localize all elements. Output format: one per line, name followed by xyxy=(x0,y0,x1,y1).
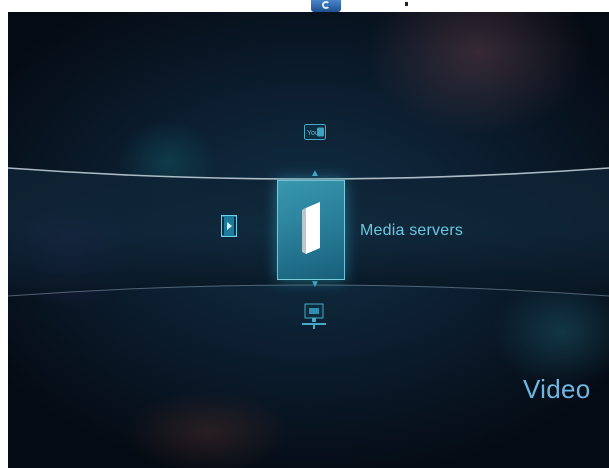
youtube-icon[interactable]: You xyxy=(304,124,326,140)
scroll-up-icon[interactable]: ▲ xyxy=(310,169,320,179)
logo-swirl-icon xyxy=(322,1,330,9)
top-marker xyxy=(405,2,408,6)
selected-item-label: Media servers xyxy=(360,222,464,239)
video-file-icon[interactable] xyxy=(221,215,237,237)
category-title: Video xyxy=(523,374,591,404)
media-menu-screen: You ▲ ▼ Media servers Video xyxy=(8,12,609,468)
media-server-icon xyxy=(302,202,320,254)
network-computer-icon[interactable] xyxy=(301,303,327,331)
selected-item-tile[interactable] xyxy=(277,180,345,280)
app-logo-icon xyxy=(311,0,341,12)
scroll-down-icon[interactable]: ▼ xyxy=(310,280,320,290)
